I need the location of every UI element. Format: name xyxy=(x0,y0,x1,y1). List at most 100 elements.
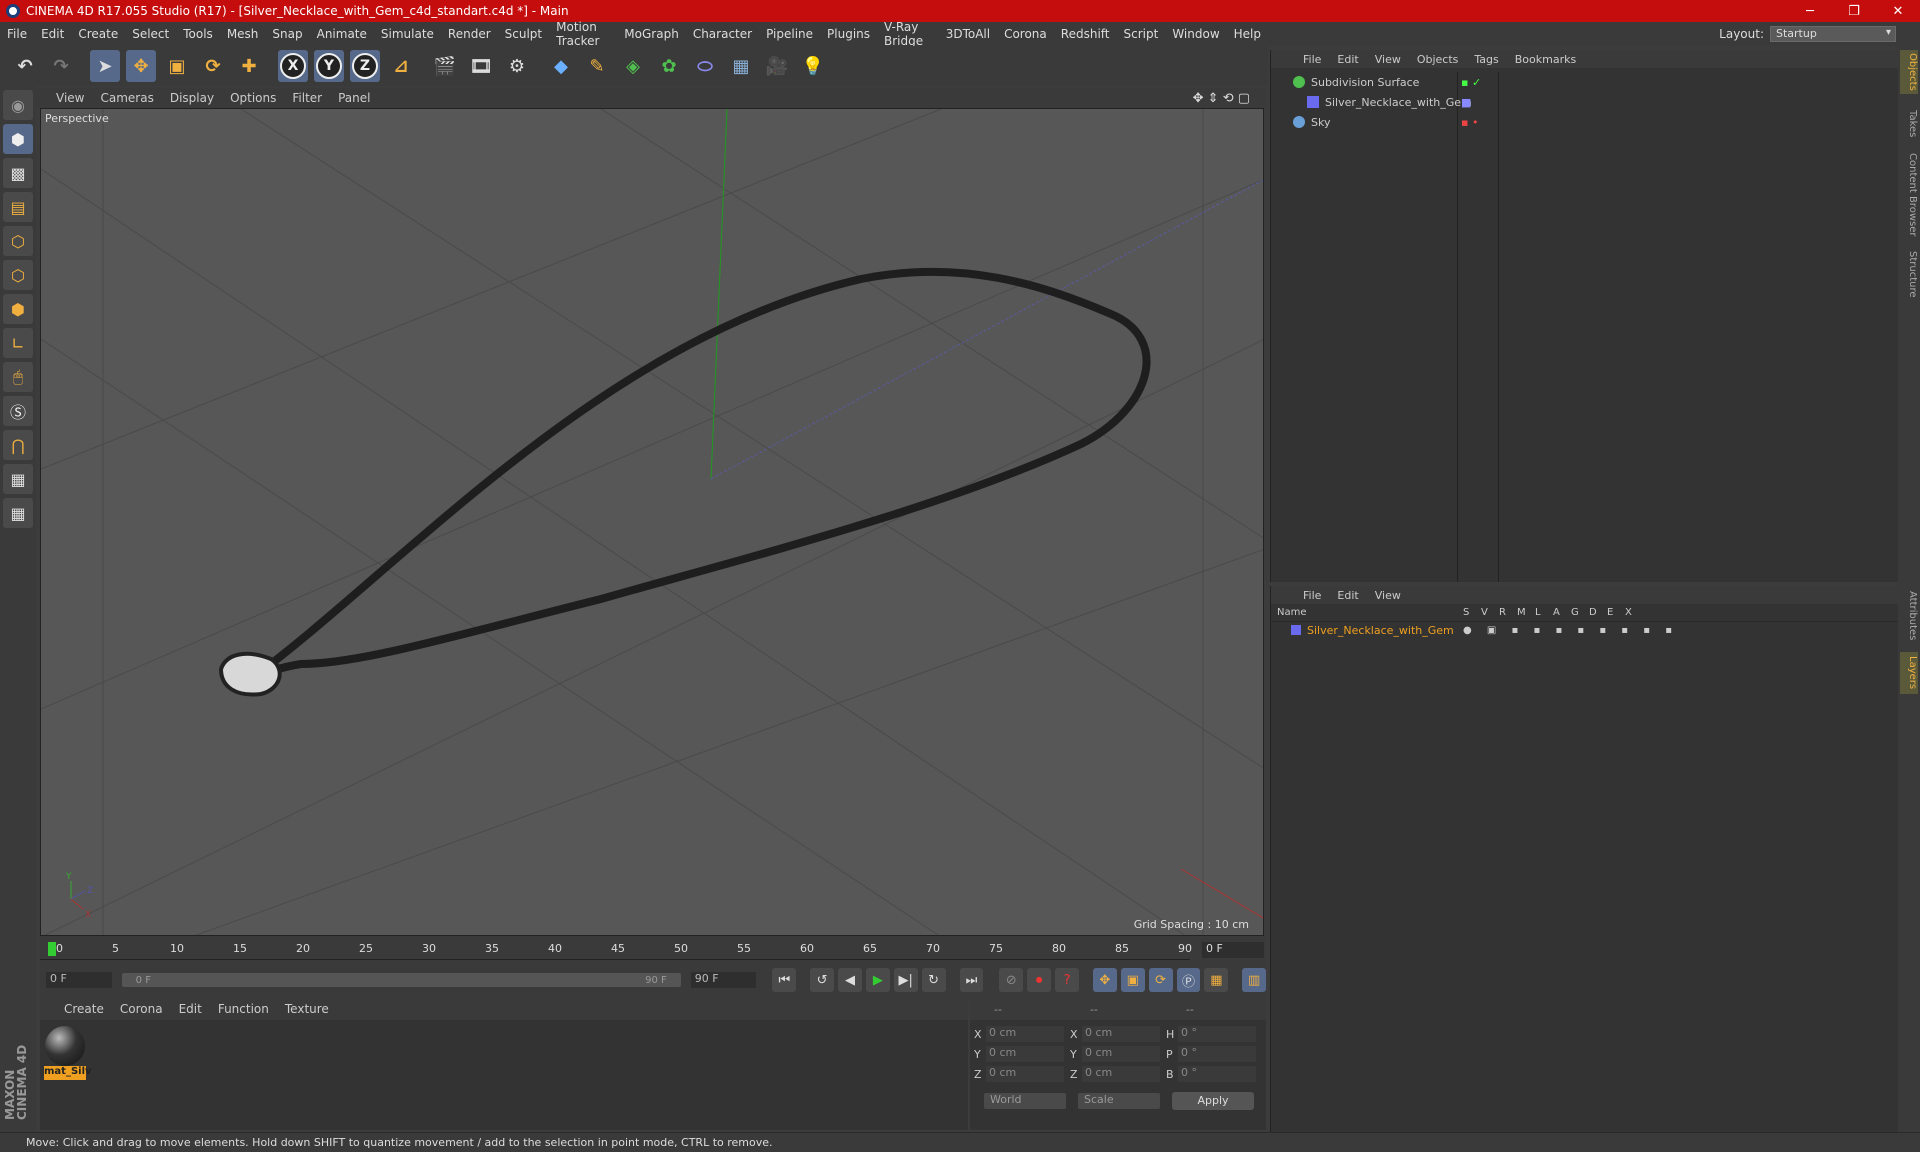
menu-redshift[interactable]: Redshift xyxy=(1054,27,1117,41)
obj-menu-edit[interactable]: Edit xyxy=(1329,53,1366,66)
vp-menu-filter[interactable]: Filter xyxy=(284,91,330,105)
vp-menu-view[interactable]: View xyxy=(48,91,92,105)
transform-tool-icon[interactable]: ✚ xyxy=(234,50,264,82)
rotation-b-field[interactable]: 0 ° xyxy=(1178,1066,1256,1082)
grid-snap-icon[interactable]: ▦ xyxy=(3,498,33,528)
edges-mode-icon[interactable]: ⬡ xyxy=(3,260,33,290)
menu-animate[interactable]: Animate xyxy=(310,27,374,41)
mat-menu-edit[interactable]: Edit xyxy=(171,1002,210,1016)
subdivision-surface-icon[interactable]: ◈ xyxy=(618,50,648,82)
layer-menu-edit[interactable]: Edit xyxy=(1329,589,1366,602)
scale-tool-icon[interactable]: ▣ xyxy=(162,50,192,82)
menu-sculpt[interactable]: Sculpt xyxy=(498,27,549,41)
redo-icon[interactable]: ↷ xyxy=(46,50,76,82)
obj-menu-bookmarks[interactable]: Bookmarks xyxy=(1507,53,1584,66)
pen-spline-icon[interactable]: ✎ xyxy=(582,50,612,82)
tab-takes[interactable]: Takes xyxy=(1900,104,1918,144)
layer-menu-view[interactable]: View xyxy=(1367,589,1409,602)
timeline[interactable]: 0 5 10 15 20 25 30 35 40 45 50 55 60 65 … xyxy=(40,936,1266,962)
obj-menu-view[interactable]: View xyxy=(1367,53,1409,66)
object-row[interactable]: Silver_Necklace_with_Gem ■ xyxy=(1271,92,1898,112)
key-scale-icon[interactable]: ▣ xyxy=(1120,968,1145,992)
cube-primitive-icon[interactable]: ◆ xyxy=(546,50,576,82)
position-z-field[interactable]: 0 cm xyxy=(986,1066,1064,1082)
preview-range-slider[interactable]: 0 F 90 F xyxy=(121,973,681,987)
workplane-lock-icon[interactable]: ▦ xyxy=(3,464,33,494)
position-x-field[interactable]: 0 cm xyxy=(986,1026,1064,1042)
make-editable-icon[interactable]: ◉ xyxy=(3,90,33,120)
move-tool-icon[interactable]: ✥ xyxy=(126,50,156,82)
menu-snap[interactable]: Snap xyxy=(265,27,309,41)
key-rotation-icon[interactable]: ⟳ xyxy=(1148,968,1173,992)
autokey-icon[interactable]: ? xyxy=(1055,968,1079,992)
minimize-icon[interactable]: ─ xyxy=(1788,4,1832,19)
apply-button[interactable]: Apply xyxy=(1172,1092,1254,1110)
deformer-icon[interactable]: ⬭ xyxy=(690,50,720,82)
timeline-ruler[interactable]: 0 5 10 15 20 25 30 35 40 45 50 55 60 65 … xyxy=(40,938,1192,960)
rotation-h-field[interactable]: 0 ° xyxy=(1178,1026,1256,1042)
render-settings-icon[interactable]: ⚙ xyxy=(502,50,532,82)
previous-key-icon[interactable]: ↺ xyxy=(810,968,835,992)
next-key-icon[interactable]: ↻ xyxy=(921,968,946,992)
menu-corona[interactable]: Corona xyxy=(997,27,1054,41)
go-to-end-icon[interactable]: ⏭ xyxy=(959,968,984,992)
z-axis-lock-button[interactable]: Z xyxy=(350,50,380,82)
obj-menu-objects[interactable]: Objects xyxy=(1409,53,1467,66)
key-parameter-icon[interactable]: Ⓟ xyxy=(1176,968,1201,992)
tweak-mode-icon[interactable]: 🖱 xyxy=(3,362,33,392)
layout-dropdown[interactable]: Startup xyxy=(1770,26,1896,42)
tab-objects[interactable]: Objects xyxy=(1900,50,1918,94)
render-view-icon[interactable]: 🎬 xyxy=(430,50,460,82)
key-position-icon[interactable]: ✥ xyxy=(1092,968,1117,992)
workplane-mode-icon[interactable]: ▤ xyxy=(3,192,33,222)
rotate-tool-icon[interactable]: ⟳ xyxy=(198,50,228,82)
snap-icon[interactable]: Ⓢ xyxy=(3,396,33,426)
vp-menu-panel[interactable]: Panel xyxy=(330,91,378,105)
key-pla-icon[interactable]: ▦ xyxy=(1204,968,1229,992)
coordinate-system-icon[interactable]: ⊿ xyxy=(386,50,416,82)
object-row[interactable]: Sky ▪ • xyxy=(1271,112,1898,132)
mat-menu-function[interactable]: Function xyxy=(210,1002,277,1016)
layer-flag-icons[interactable]: ● ▣ ▪ ▪ ▪ ▪ ▪ ▪ ▪ ▪ xyxy=(1463,625,1678,636)
model-mode-icon[interactable]: ⬢ xyxy=(3,124,33,154)
next-frame-icon[interactable]: ▶| xyxy=(893,968,918,992)
vp-menu-cameras[interactable]: Cameras xyxy=(92,91,161,105)
menu-mograph[interactable]: MoGraph xyxy=(617,27,686,41)
previous-frame-icon[interactable]: ◀ xyxy=(838,968,862,992)
x-axis-lock-button[interactable]: X xyxy=(278,50,308,82)
polygons-mode-icon[interactable]: ⬢ xyxy=(3,294,33,324)
coord-mode-dropdown[interactable]: Scale xyxy=(1078,1093,1160,1109)
y-axis-lock-button[interactable]: Y xyxy=(314,50,344,82)
mat-menu-texture[interactable]: Texture xyxy=(277,1002,337,1016)
menu-file[interactable]: File xyxy=(0,27,34,41)
obj-menu-tags[interactable]: Tags xyxy=(1466,53,1506,66)
size-y-field[interactable]: 0 cm xyxy=(1082,1046,1160,1062)
menu-vray-bridge[interactable]: V-Ray Bridge xyxy=(877,20,939,48)
points-mode-icon[interactable]: ⬡ xyxy=(3,226,33,256)
position-y-field[interactable]: 0 cm xyxy=(986,1046,1064,1062)
motion-record-icon[interactable]: ⊘ xyxy=(999,968,1024,992)
viewport-nav-icons[interactable]: ✥ ⇕ ⟲ ▢ xyxy=(1185,91,1258,106)
mograph-cloner-icon[interactable]: ✿ xyxy=(654,50,684,82)
vp-menu-options[interactable]: Options xyxy=(222,91,284,105)
mat-menu-create[interactable]: Create xyxy=(56,1002,112,1016)
layer-menu-file[interactable]: File xyxy=(1295,589,1329,602)
start-frame-field[interactable]: 0 F xyxy=(46,972,112,988)
texture-mode-icon[interactable]: ▩ xyxy=(3,158,33,188)
object-row[interactable]: Subdivision Surface ▪ ✓ xyxy=(1271,72,1898,92)
menu-render[interactable]: Render xyxy=(441,27,498,41)
restore-icon[interactable]: ❐ xyxy=(1832,4,1876,19)
camera-icon[interactable]: 🎥 xyxy=(762,50,792,82)
mat-menu-corona[interactable]: Corona xyxy=(112,1002,171,1016)
select-pointer-icon[interactable]: ➤ xyxy=(90,50,120,82)
menu-plugins[interactable]: Plugins xyxy=(820,27,877,41)
record-keys-icon[interactable]: ⏺ xyxy=(1027,968,1052,992)
menu-tools[interactable]: Tools xyxy=(176,27,220,41)
menu-edit[interactable]: Edit xyxy=(34,27,71,41)
axis-mode-icon[interactable]: ∟ xyxy=(3,328,33,358)
layer-row[interactable]: Silver_Necklace_with_Gem ● ▣ ▪ ▪ ▪ ▪ ▪ ▪… xyxy=(1271,622,1898,638)
perspective-viewport[interactable]: Y Z X Perspective Grid Spacing : 10 cm xyxy=(40,108,1264,936)
menu-pipeline[interactable]: Pipeline xyxy=(759,27,820,41)
size-x-field[interactable]: 0 cm xyxy=(1082,1026,1160,1042)
menu-simulate[interactable]: Simulate xyxy=(374,27,441,41)
